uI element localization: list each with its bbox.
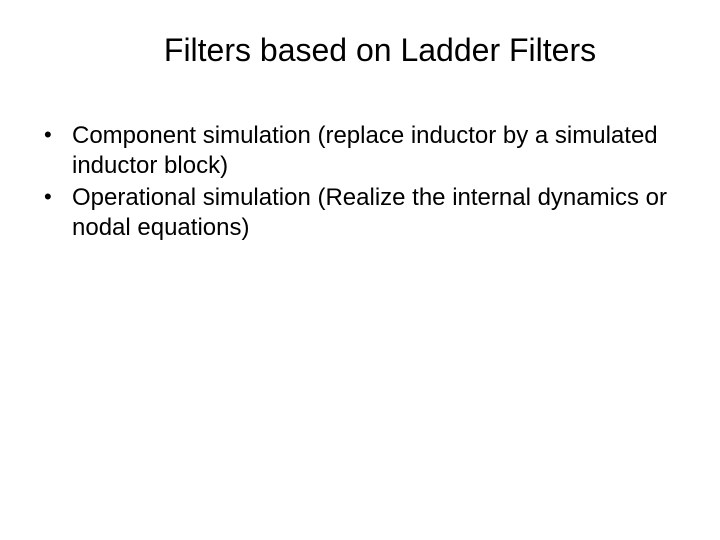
- slide-title: Filters based on Ladder Filters: [28, 32, 692, 69]
- bullet-list: Component simulation (replace inductor b…: [28, 121, 692, 243]
- slide-container: Filters based on Ladder Filters Componen…: [0, 0, 720, 540]
- list-item: Operational simulation (Realize the inte…: [36, 183, 692, 243]
- list-item: Component simulation (replace inductor b…: [36, 121, 692, 181]
